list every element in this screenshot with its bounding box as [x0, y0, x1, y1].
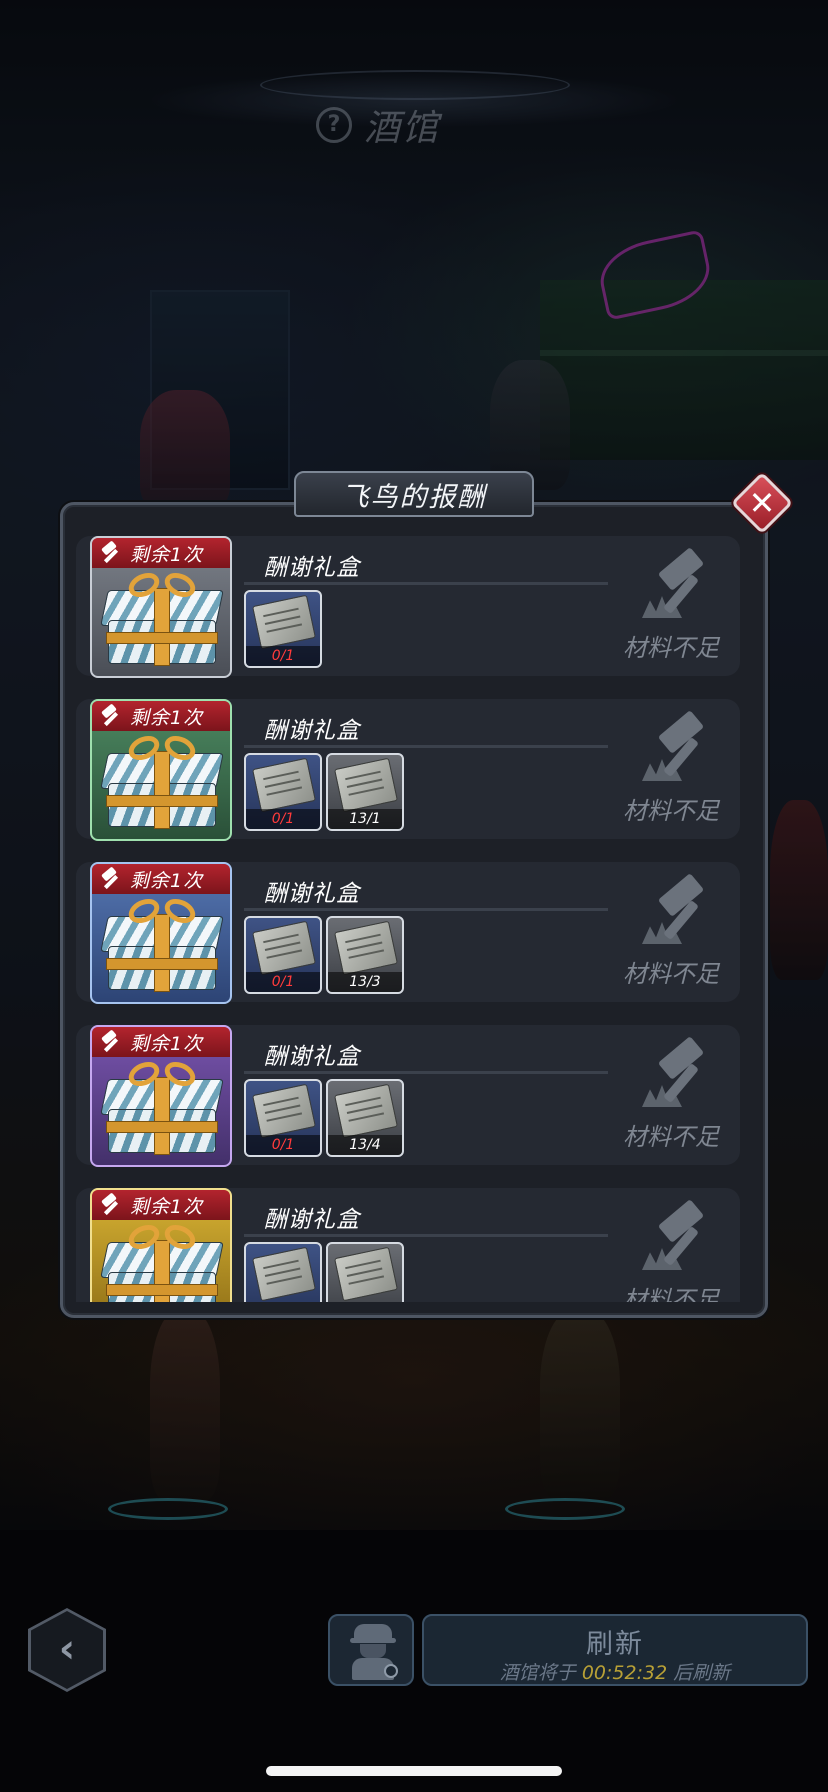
reward-gift-tile[interactable]: 剩余1次 [90, 1025, 232, 1167]
material-count: 0/1 [246, 1135, 320, 1155]
reward-name: 酬谢礼盒 [264, 718, 360, 744]
gift-box-icon [100, 1220, 224, 1302]
reward-gift-tile[interactable]: 剩余1次 [90, 699, 232, 841]
remaining-badge: 剩余1次 [92, 1190, 230, 1220]
material-count: 0/1 [246, 809, 320, 829]
reward-row: 剩余1次 酬谢礼盒 0/1 13/4 材料不足 [76, 1025, 740, 1167]
reward-gift-tile[interactable]: 剩余1次 [90, 862, 232, 1004]
material-count: 0/1 [246, 646, 320, 666]
material-slot[interactable]: 13/4 [326, 1079, 404, 1157]
reward-list[interactable]: 剩余1次 酬谢礼盒 0/1 材料不足 剩余1次 酬谢礼盒 0/1 13/1 材料… [76, 536, 740, 1302]
refresh-label: 刷新 [586, 1629, 644, 1660]
material-slot[interactable]: 13/1 [326, 753, 404, 831]
remaining-count: 剩余1次 [130, 706, 204, 729]
divider [244, 582, 608, 585]
hammer-icon [98, 542, 120, 564]
reward-row: 剩余1次 酬谢礼盒 材料不足 [76, 1188, 740, 1302]
map-fragment-icon [252, 1083, 316, 1139]
gift-box-icon [100, 731, 224, 831]
remaining-badge: 剩余1次 [92, 538, 230, 568]
remaining-count: 剩余1次 [130, 1195, 204, 1218]
map-fragment-icon [334, 920, 398, 976]
craft-button[interactable]: 材料不足 [616, 547, 726, 666]
gift-box-icon [100, 568, 224, 668]
reward-gift-tile[interactable]: 剩余1次 [90, 1188, 232, 1302]
hammer-icon [98, 1031, 120, 1053]
craft-status-label: 材料不足 [623, 797, 719, 825]
divider [244, 745, 608, 748]
craft-hammer-icon [642, 873, 708, 946]
reward-name: 酬谢礼盒 [264, 1044, 360, 1070]
material-count: 13/4 [328, 1135, 402, 1155]
material-slot[interactable]: 0/1 [244, 916, 322, 994]
material-slot[interactable]: 0/1 [244, 590, 322, 668]
craft-button[interactable]: 材料不足 [616, 873, 726, 992]
craft-hammer-icon [642, 1199, 708, 1272]
divider [244, 908, 608, 911]
craft-button[interactable]: 材料不足 [616, 1199, 726, 1302]
map-fragment-icon [252, 594, 316, 650]
hammer-icon [98, 705, 120, 727]
map-fragment-icon [334, 1083, 398, 1139]
material-slot[interactable]: 13/3 [326, 916, 404, 994]
reward-name: 酬谢礼盒 [264, 881, 360, 907]
reward-name: 酬谢礼盒 [264, 555, 360, 581]
remaining-badge: 剩余1次 [92, 701, 230, 731]
map-fragment-icon [252, 920, 316, 976]
craft-hammer-icon [642, 710, 708, 783]
remaining-badge: 剩余1次 [92, 1027, 230, 1057]
gift-box-icon [100, 1057, 224, 1157]
craft-hammer-icon [642, 1036, 708, 1109]
craft-status-label: 材料不足 [623, 1286, 719, 1302]
refresh-timer: 00:52:32 [581, 1662, 668, 1684]
craft-hammer-icon [642, 547, 708, 620]
craft-button[interactable]: 材料不足 [616, 710, 726, 829]
modal-title-tab: 飞鸟的报酬 [294, 471, 534, 517]
remaining-count: 剩余1次 [130, 869, 204, 892]
map-fragment-icon [334, 1246, 398, 1302]
gift-box-icon [100, 894, 224, 994]
reward-row: 剩余1次 酬谢礼盒 0/1 13/1 材料不足 [76, 699, 740, 841]
spy-agent-icon [350, 1624, 398, 1680]
agent-button[interactable] [328, 1614, 414, 1686]
material-slot[interactable]: 0/1 [244, 753, 322, 831]
map-fragment-icon [252, 1246, 316, 1302]
refresh-button[interactable]: 刷新 酒馆将于 00:52:32 后刷新 [422, 1614, 808, 1686]
material-slot[interactable] [244, 1242, 322, 1302]
craft-status-label: 材料不足 [623, 1123, 719, 1151]
hammer-icon [98, 1194, 120, 1216]
close-icon: ✕ [748, 484, 776, 522]
craft-status-label: 材料不足 [623, 960, 719, 988]
hammer-icon [98, 868, 120, 890]
material-slot[interactable]: 0/1 [244, 1079, 322, 1157]
refresh-countdown: 酒馆将于 00:52:32 后刷新 [424, 1658, 806, 1685]
reward-name: 酬谢礼盒 [264, 1207, 360, 1233]
refresh-prefix: 酒馆将于 [499, 1662, 576, 1684]
reward-gift-tile[interactable]: 剩余1次 [90, 536, 232, 678]
remaining-badge: 剩余1次 [92, 864, 230, 894]
reward-row: 剩余1次 酬谢礼盒 0/1 材料不足 [76, 536, 740, 678]
material-slot[interactable] [326, 1242, 404, 1302]
craft-button[interactable]: 材料不足 [616, 1036, 726, 1155]
remaining-count: 剩余1次 [130, 1032, 204, 1055]
divider [244, 1234, 608, 1237]
chevron-left-icon: ‹ [31, 1611, 103, 1689]
map-fragment-icon [334, 757, 398, 813]
divider [244, 1071, 608, 1074]
craft-status-label: 材料不足 [623, 634, 719, 662]
refresh-suffix: 后刷新 [673, 1662, 731, 1684]
material-count: 0/1 [246, 972, 320, 992]
map-fragment-icon [252, 757, 316, 813]
reward-row: 剩余1次 酬谢礼盒 0/1 13/3 材料不足 [76, 862, 740, 1004]
material-count: 13/1 [328, 809, 402, 829]
material-count: 13/3 [328, 972, 402, 992]
home-indicator[interactable] [266, 1766, 562, 1776]
remaining-count: 剩余1次 [130, 543, 204, 566]
modal-title: 飞鸟的报酬 [341, 481, 487, 513]
